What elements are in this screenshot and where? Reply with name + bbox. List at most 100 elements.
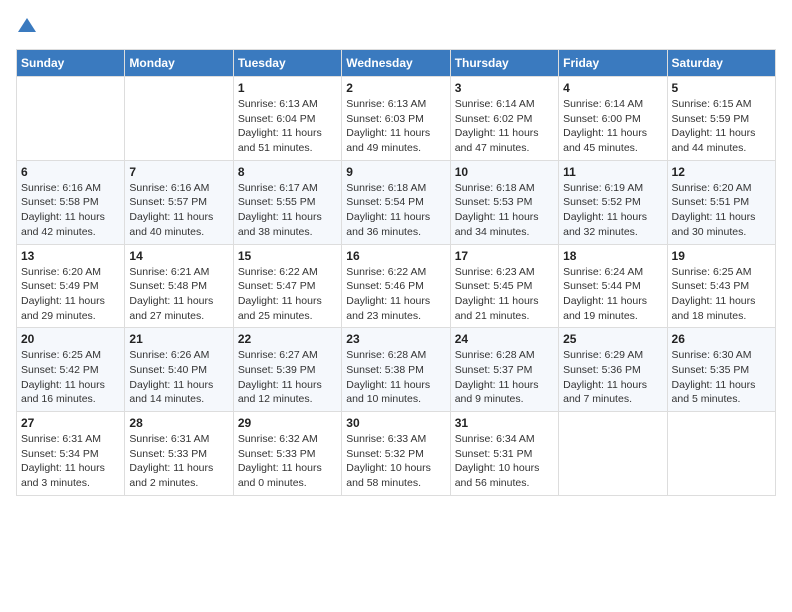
calendar-day-cell: 19Sunrise: 6:25 AM Sunset: 5:43 PM Dayli… xyxy=(667,244,775,328)
calendar-week-row: 6 Sunrise: 6:16 AM Sunset: 5:58 PM Daylig… xyxy=(17,160,776,244)
calendar-week-row: 20Sunrise: 6:25 AM Sunset: 5:42 PM Dayli… xyxy=(17,328,776,412)
calendar-day-cell: 6 Sunrise: 6:16 AM Sunset: 5:58 PM Daylig… xyxy=(17,160,125,244)
day-info: Sunrise: 6:28 AM Sunset: 5:38 PM Dayligh… xyxy=(346,348,445,407)
day-info: Sunrise: 6:30 AM Sunset: 5:35 PM Dayligh… xyxy=(672,348,771,407)
calendar-day-cell: 3 Sunrise: 6:14 AM Sunset: 6:02 PM Daylig… xyxy=(450,77,558,161)
day-info: Sunrise: 6:34 AM Sunset: 5:31 PM Dayligh… xyxy=(455,432,554,491)
day-number: 27 xyxy=(21,416,120,430)
day-info: Sunrise: 6:20 AM Sunset: 5:51 PM Dayligh… xyxy=(672,181,771,240)
weekday-header-cell: Sunday xyxy=(17,50,125,77)
day-number: 16 xyxy=(346,249,445,263)
day-number: 10 xyxy=(455,165,554,179)
day-number: 30 xyxy=(346,416,445,430)
calendar-day-cell xyxy=(667,412,775,496)
day-info: Sunrise: 6:17 AM Sunset: 5:55 PM Dayligh… xyxy=(238,181,337,240)
weekday-header-cell: Wednesday xyxy=(342,50,450,77)
day-info: Sunrise: 6:16 AM Sunset: 5:58 PM Dayligh… xyxy=(21,181,120,240)
day-number: 15 xyxy=(238,249,337,263)
calendar-day-cell: 15 Sunrise: 6:22 AM Sunset: 5:47 PM Dayli… xyxy=(233,244,341,328)
calendar-day-cell: 2Sunrise: 6:13 AM Sunset: 6:03 PM Daylig… xyxy=(342,77,450,161)
calendar-day-cell: 16 Sunrise: 6:22 AM Sunset: 5:46 PM Dayli… xyxy=(342,244,450,328)
day-info: Sunrise: 6:24 AM Sunset: 5:44 PM Dayligh… xyxy=(563,265,662,324)
day-info: Sunrise: 6:22 AM Sunset: 5:46 PM Dayligh… xyxy=(346,265,445,324)
day-number: 9 xyxy=(346,165,445,179)
calendar-day-cell: 18 Sunrise: 6:24 AM Sunset: 5:44 PM Dayli… xyxy=(559,244,667,328)
calendar-day-cell: 9 Sunrise: 6:18 AM Sunset: 5:54 PM Daylig… xyxy=(342,160,450,244)
day-info: Sunrise: 6:14 AM Sunset: 6:00 PM Dayligh… xyxy=(563,97,662,156)
day-info: Sunrise: 6:25 AM Sunset: 5:43 PM Dayligh… xyxy=(672,265,771,324)
day-info: Sunrise: 6:18 AM Sunset: 5:54 PM Dayligh… xyxy=(346,181,445,240)
day-info: Sunrise: 6:22 AM Sunset: 5:47 PM Dayligh… xyxy=(238,265,337,324)
calendar-week-row: 1 Sunrise: 6:13 AM Sunset: 6:04 PM Daylig… xyxy=(17,77,776,161)
day-number: 26 xyxy=(672,332,771,346)
calendar-day-cell: 1 Sunrise: 6:13 AM Sunset: 6:04 PM Daylig… xyxy=(233,77,341,161)
day-info: Sunrise: 6:27 AM Sunset: 5:39 PM Dayligh… xyxy=(238,348,337,407)
logo xyxy=(16,16,36,39)
calendar-day-cell: 29Sunrise: 6:32 AM Sunset: 5:33 PM Dayli… xyxy=(233,412,341,496)
calendar-day-cell: 23 Sunrise: 6:28 AM Sunset: 5:38 PM Dayli… xyxy=(342,328,450,412)
calendar-week-row: 13 Sunrise: 6:20 AM Sunset: 5:49 PM Dayli… xyxy=(17,244,776,328)
day-number: 11 xyxy=(563,165,662,179)
calendar-day-cell: 26 Sunrise: 6:30 AM Sunset: 5:35 PM Dayli… xyxy=(667,328,775,412)
weekday-header-cell: Friday xyxy=(559,50,667,77)
calendar-day-cell: 17 Sunrise: 6:23 AM Sunset: 5:45 PM Dayli… xyxy=(450,244,558,328)
day-number: 6 xyxy=(21,165,120,179)
calendar-day-cell xyxy=(125,77,233,161)
day-number: 17 xyxy=(455,249,554,263)
day-number: 2 xyxy=(346,81,445,95)
day-info: Sunrise: 6:25 AM Sunset: 5:42 PM Dayligh… xyxy=(21,348,120,407)
calendar-day-cell: 13 Sunrise: 6:20 AM Sunset: 5:49 PM Dayli… xyxy=(17,244,125,328)
day-number: 7 xyxy=(129,165,228,179)
weekday-header-cell: Thursday xyxy=(450,50,558,77)
calendar-day-cell: 4 Sunrise: 6:14 AM Sunset: 6:00 PM Daylig… xyxy=(559,77,667,161)
weekday-header-cell: Saturday xyxy=(667,50,775,77)
day-number: 13 xyxy=(21,249,120,263)
day-info: Sunrise: 6:13 AM Sunset: 6:04 PM Dayligh… xyxy=(238,97,337,156)
calendar-day-cell: 8 Sunrise: 6:17 AM Sunset: 5:55 PM Daylig… xyxy=(233,160,341,244)
day-number: 14 xyxy=(129,249,228,263)
calendar-day-cell: 10 Sunrise: 6:18 AM Sunset: 5:53 PM Dayli… xyxy=(450,160,558,244)
day-number: 4 xyxy=(563,81,662,95)
calendar-day-cell: 31 Sunrise: 6:34 AM Sunset: 5:31 PM Dayli… xyxy=(450,412,558,496)
day-number: 1 xyxy=(238,81,337,95)
calendar-day-cell: 30 Sunrise: 6:33 AM Sunset: 5:32 PM Dayli… xyxy=(342,412,450,496)
day-number: 5 xyxy=(672,81,771,95)
calendar-day-cell: 20Sunrise: 6:25 AM Sunset: 5:42 PM Dayli… xyxy=(17,328,125,412)
day-info: Sunrise: 6:20 AM Sunset: 5:49 PM Dayligh… xyxy=(21,265,120,324)
day-number: 28 xyxy=(129,416,228,430)
calendar-table: SundayMondayTuesdayWednesdayThursdayFrid… xyxy=(16,49,776,496)
day-number: 23 xyxy=(346,332,445,346)
calendar-day-cell: 12 Sunrise: 6:20 AM Sunset: 5:51 PM Dayli… xyxy=(667,160,775,244)
calendar-day-cell: 14 Sunrise: 6:21 AM Sunset: 5:48 PM Dayli… xyxy=(125,244,233,328)
logo-bird-icon xyxy=(18,16,36,34)
day-info: Sunrise: 6:33 AM Sunset: 5:32 PM Dayligh… xyxy=(346,432,445,491)
day-info: Sunrise: 6:14 AM Sunset: 6:02 PM Dayligh… xyxy=(455,97,554,156)
weekday-header-row: SundayMondayTuesdayWednesdayThursdayFrid… xyxy=(17,50,776,77)
calendar-day-cell: 5 Sunrise: 6:15 AM Sunset: 5:59 PM Daylig… xyxy=(667,77,775,161)
day-info: Sunrise: 6:15 AM Sunset: 5:59 PM Dayligh… xyxy=(672,97,771,156)
calendar-day-cell xyxy=(17,77,125,161)
day-number: 24 xyxy=(455,332,554,346)
weekday-header-cell: Tuesday xyxy=(233,50,341,77)
day-number: 3 xyxy=(455,81,554,95)
day-number: 25 xyxy=(563,332,662,346)
page-header xyxy=(16,16,776,39)
calendar-day-cell: 25Sunrise: 6:29 AM Sunset: 5:36 PM Dayli… xyxy=(559,328,667,412)
day-info: Sunrise: 6:18 AM Sunset: 5:53 PM Dayligh… xyxy=(455,181,554,240)
day-number: 22 xyxy=(238,332,337,346)
calendar-body: 1 Sunrise: 6:13 AM Sunset: 6:04 PM Daylig… xyxy=(17,77,776,496)
day-number: 18 xyxy=(563,249,662,263)
day-number: 31 xyxy=(455,416,554,430)
day-info: Sunrise: 6:16 AM Sunset: 5:57 PM Dayligh… xyxy=(129,181,228,240)
day-info: Sunrise: 6:32 AM Sunset: 5:33 PM Dayligh… xyxy=(238,432,337,491)
day-info: Sunrise: 6:28 AM Sunset: 5:37 PM Dayligh… xyxy=(455,348,554,407)
calendar-week-row: 27 Sunrise: 6:31 AM Sunset: 5:34 PM Dayli… xyxy=(17,412,776,496)
day-number: 12 xyxy=(672,165,771,179)
day-info: Sunrise: 6:31 AM Sunset: 5:34 PM Dayligh… xyxy=(21,432,120,491)
day-info: Sunrise: 6:26 AM Sunset: 5:40 PM Dayligh… xyxy=(129,348,228,407)
day-info: Sunrise: 6:21 AM Sunset: 5:48 PM Dayligh… xyxy=(129,265,228,324)
calendar-day-cell: 27 Sunrise: 6:31 AM Sunset: 5:34 PM Dayli… xyxy=(17,412,125,496)
day-info: Sunrise: 6:23 AM Sunset: 5:45 PM Dayligh… xyxy=(455,265,554,324)
day-number: 8 xyxy=(238,165,337,179)
calendar-day-cell xyxy=(559,412,667,496)
